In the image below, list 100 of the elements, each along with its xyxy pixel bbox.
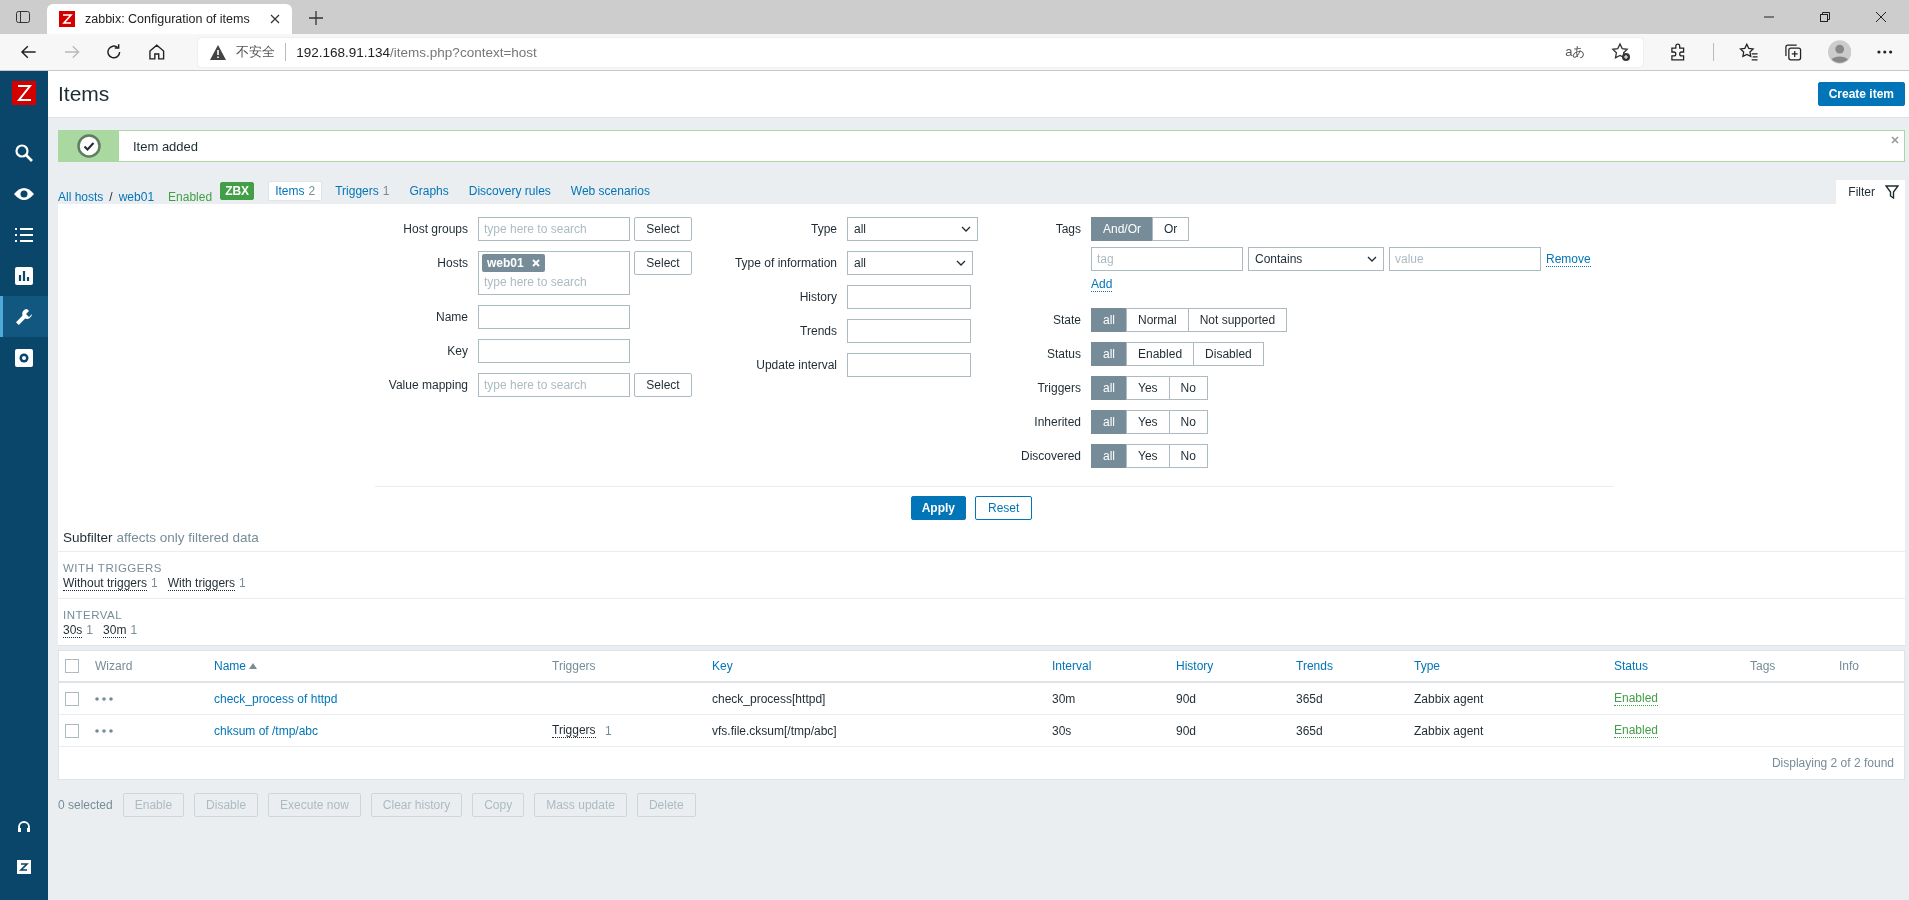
security-label: 不安全 bbox=[236, 43, 276, 61]
host-tab[interactable]: Triggers 1 bbox=[328, 181, 397, 201]
filter-tab[interactable]: Filter bbox=[1836, 180, 1905, 204]
subfilter-count: 1 bbox=[130, 623, 138, 638]
host-chip[interactable]: web01 bbox=[482, 254, 545, 272]
host-tab[interactable]: Graphs bbox=[402, 181, 456, 201]
radio-option[interactable]: Normal bbox=[1126, 308, 1189, 332]
reload-icon[interactable] bbox=[105, 43, 123, 61]
new-tab-icon[interactable] bbox=[309, 11, 323, 25]
profile-avatar-icon[interactable] bbox=[1827, 40, 1852, 64]
dropdown[interactable]: all bbox=[847, 217, 978, 241]
radio-option[interactable]: No bbox=[1168, 410, 1208, 434]
message-text: Item added bbox=[133, 138, 199, 154]
dropdown[interactable]: Contains bbox=[1248, 247, 1384, 271]
column-header[interactable]: Interval bbox=[1052, 659, 1092, 673]
radio-option[interactable]: all bbox=[1091, 444, 1127, 468]
add-link[interactable]: Add bbox=[1091, 277, 1113, 292]
tag-field[interactable]: tag bbox=[1091, 247, 1243, 271]
apply-button[interactable]: Apply bbox=[910, 496, 966, 520]
selected-count: 0 selected bbox=[58, 798, 113, 812]
host-link[interactable]: web01 bbox=[118, 190, 155, 204]
radio-option[interactable]: all bbox=[1091, 342, 1127, 366]
text-field[interactable] bbox=[847, 285, 971, 309]
radio-option[interactable]: all bbox=[1091, 308, 1127, 332]
row-checkbox[interactable] bbox=[65, 691, 79, 706]
subfilter-heading: WITH TRIGGERS bbox=[63, 562, 163, 574]
remove-icon[interactable] bbox=[531, 259, 540, 267]
column-header[interactable]: Key bbox=[712, 659, 733, 673]
support-icon[interactable] bbox=[17, 820, 31, 834]
text-field[interactable] bbox=[847, 353, 971, 377]
sidebar-item[interactable] bbox=[0, 296, 48, 337]
multiselect-field[interactable]: web01 type here to search bbox=[478, 251, 630, 295]
close-icon[interactable] bbox=[1875, 11, 1887, 23]
text-field[interactable] bbox=[478, 339, 630, 363]
table-cell: check_process[httpd] bbox=[712, 691, 826, 706]
radio-option[interactable]: Yes bbox=[1126, 410, 1170, 434]
address-bar[interactable]: 不安全 192.168.91.134/items.php?context=host aあ bbox=[198, 37, 1644, 67]
remove-link[interactable]: Remove bbox=[1546, 251, 1591, 267]
search-icon bbox=[14, 142, 34, 163]
favorites-icon[interactable] bbox=[1738, 42, 1759, 62]
radio-option[interactable]: Not supported bbox=[1187, 308, 1288, 332]
restore-icon[interactable] bbox=[1819, 11, 1831, 23]
column-header[interactable]: Type bbox=[1414, 659, 1440, 673]
favicon-icon bbox=[59, 11, 75, 27]
translate-icon[interactable]: aあ bbox=[1565, 43, 1586, 61]
list-icon bbox=[14, 226, 34, 243]
back-icon[interactable] bbox=[20, 43, 38, 61]
radio-option[interactable]: all bbox=[1091, 376, 1127, 400]
search-field[interactable]: type here to search bbox=[478, 217, 630, 241]
tab-actions-icon[interactable] bbox=[15, 9, 31, 25]
column-header[interactable]: Trends bbox=[1296, 659, 1333, 673]
column-header[interactable]: Name bbox=[214, 659, 257, 673]
subfilter-link[interactable]: With triggers bbox=[167, 576, 236, 591]
value-field[interactable]: value bbox=[1389, 247, 1541, 271]
column-header[interactable]: History bbox=[1176, 659, 1214, 673]
browser-tab[interactable]: zabbix: Configuration of items bbox=[47, 4, 292, 34]
radio-option[interactable]: Yes bbox=[1126, 444, 1170, 468]
add-favorite-icon[interactable] bbox=[1611, 42, 1632, 62]
more-icon[interactable] bbox=[1876, 49, 1894, 55]
select-button[interactable]: Select bbox=[634, 251, 692, 275]
row-checkbox[interactable] bbox=[65, 723, 79, 738]
collections-icon[interactable] bbox=[1783, 42, 1803, 62]
triggers-link[interactable]: Triggers bbox=[552, 723, 596, 738]
reset-button[interactable]: Reset bbox=[975, 496, 1033, 520]
item-name-link[interactable]: check_process of httpd bbox=[214, 691, 338, 706]
host-tab[interactable]: Web scenarios bbox=[563, 181, 657, 201]
toggle-option[interactable]: And/Or bbox=[1091, 217, 1153, 241]
radio-option[interactable]: Yes bbox=[1126, 376, 1170, 400]
subfilter-link[interactable]: Without triggers bbox=[63, 576, 148, 591]
toggle-option[interactable]: Or bbox=[1152, 217, 1190, 241]
subfilter-link[interactable]: 30m bbox=[103, 623, 127, 638]
home-icon[interactable] bbox=[147, 43, 166, 61]
text-field[interactable] bbox=[478, 305, 630, 329]
radio-option[interactable]: No bbox=[1168, 376, 1208, 400]
column-header: Info bbox=[1839, 659, 1859, 673]
dropdown[interactable]: all bbox=[847, 251, 973, 275]
agent-badge: ZBX bbox=[220, 182, 255, 200]
field-label: Value mapping bbox=[387, 377, 469, 394]
text-field[interactable] bbox=[847, 319, 971, 343]
status-link[interactable]: Enabled bbox=[1614, 723, 1659, 738]
logo-icon[interactable] bbox=[12, 81, 36, 105]
all-hosts-link[interactable]: All hosts bbox=[58, 190, 104, 204]
host-tab[interactable]: Discovery rules bbox=[461, 181, 558, 201]
tab-title: zabbix: Configuration of items bbox=[85, 12, 251, 26]
subfilter-link[interactable]: 30s bbox=[63, 623, 83, 638]
status-link[interactable]: Enabled bbox=[1614, 691, 1659, 706]
radio-option[interactable]: No bbox=[1168, 444, 1208, 468]
select-button[interactable]: Select bbox=[634, 217, 692, 241]
item-name-link[interactable]: chksum of /tmp/abc bbox=[214, 723, 319, 738]
column-header[interactable]: Status bbox=[1614, 659, 1649, 673]
search-field[interactable]: type here to search bbox=[478, 373, 630, 397]
create-item-button[interactable]: Create item bbox=[1817, 82, 1905, 106]
chevron-icon bbox=[956, 260, 966, 266]
host-tab[interactable]: Items 2 bbox=[268, 181, 323, 201]
radio-option[interactable]: Enabled bbox=[1126, 342, 1195, 366]
select-all-checkbox[interactable] bbox=[65, 659, 79, 673]
radio-option[interactable]: all bbox=[1091, 410, 1127, 434]
close-icon[interactable] bbox=[270, 14, 280, 24]
select-button[interactable]: Select bbox=[634, 373, 692, 397]
radio-option[interactable]: Disabled bbox=[1193, 342, 1264, 366]
